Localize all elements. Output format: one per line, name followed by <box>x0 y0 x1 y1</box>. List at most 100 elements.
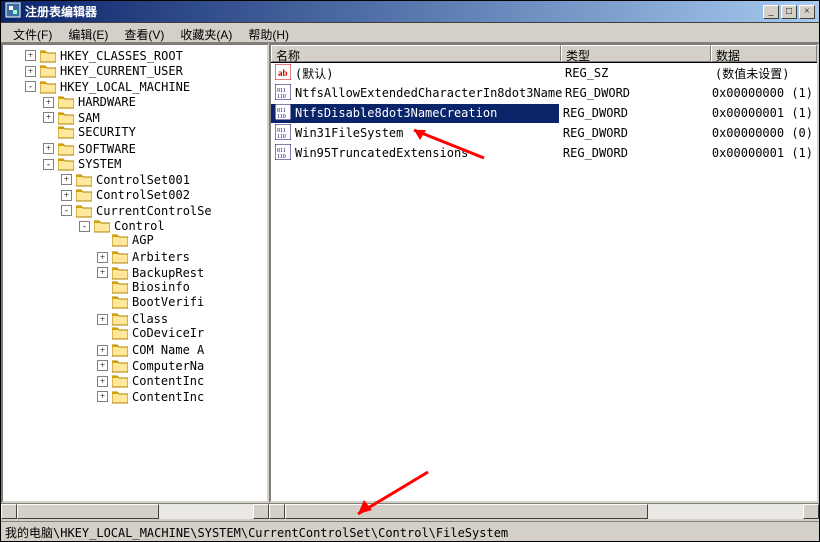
menu-view[interactable]: 查看(V) <box>116 25 172 40</box>
value-row[interactable]: 011110NtfsAllowExtendedCharacterIn8dot3N… <box>271 83 817 103</box>
close-button[interactable]: × <box>799 5 815 19</box>
status-path: 我的电脑\HKEY_LOCAL_MACHINE\SYSTEM\CurrentCo… <box>5 526 508 540</box>
tree-node[interactable]: + ContentInc <box>7 373 267 389</box>
tree-label: Biosinfo <box>132 280 190 294</box>
scroll-thumb[interactable] <box>285 504 648 519</box>
tree-node[interactable]: Biosinfo <box>7 280 267 296</box>
tree-node[interactable]: - CurrentControlSe <box>7 202 267 218</box>
expander-icon[interactable]: + <box>25 66 36 77</box>
value-name: (默认) <box>295 65 333 82</box>
tree-node[interactable]: + SOFTWARE <box>7 140 267 156</box>
app-icon <box>5 2 21 21</box>
tree-node[interactable]: +HKEY_CURRENT_USER <box>7 63 267 79</box>
expander-icon[interactable]: + <box>97 314 108 325</box>
tree-node[interactable]: - Control <box>7 218 267 234</box>
scroll-left-button[interactable] <box>1 504 17 519</box>
tree-label: HARDWARE <box>78 95 136 109</box>
tree-node[interactable]: SECURITY <box>7 125 267 141</box>
expander-icon[interactable]: + <box>97 345 108 356</box>
tree-node[interactable]: + BackupRest <box>7 264 267 280</box>
tree-label: SYSTEM <box>78 157 121 171</box>
expander-icon[interactable]: + <box>61 190 72 201</box>
value-name: Win31FileSystem <box>295 126 403 140</box>
scroll-thumb[interactable] <box>17 504 159 519</box>
tree-label: CurrentControlSe <box>96 204 212 218</box>
tree-node[interactable]: +SAM <box>7 109 267 125</box>
value-row[interactable]: 011110NtfsDisable8dot3NameCreation REG_DW… <box>271 103 817 123</box>
expander-icon[interactable]: + <box>97 267 108 278</box>
tree-pane[interactable]: + HKEY_CLASSES_ROOT+HKEY_CURRENT_USER-HKE… <box>1 43 269 503</box>
expander-icon[interactable]: + <box>43 97 54 108</box>
expander-icon[interactable]: + <box>25 50 36 61</box>
minimize-button[interactable]: _ <box>763 5 779 19</box>
scroll-right-button[interactable] <box>803 504 819 519</box>
tree-node[interactable]: +ControlSet002 <box>7 187 267 203</box>
list-scrollbar-h[interactable] <box>269 503 819 519</box>
scroll-right-button[interactable] <box>253 504 269 519</box>
binary-value-icon: 011110 <box>275 124 295 143</box>
registry-editor-window: 注册表编辑器 _ □ × 文件(F) 编辑(E) 查看(V) 收藏夹(A) 帮助… <box>0 0 820 542</box>
menu-file[interactable]: 文件(F) <box>5 25 60 40</box>
expander-icon[interactable]: + <box>97 360 108 371</box>
tree-node[interactable]: BootVerifi <box>7 295 267 311</box>
scroll-left-button[interactable] <box>269 504 285 519</box>
tree-label: Control <box>114 219 165 233</box>
value-type: REG_DWORD <box>559 106 708 120</box>
value-name: Win95TruncatedExtensions <box>295 146 468 160</box>
expander-icon[interactable]: + <box>97 376 108 387</box>
tree-node[interactable]: +ComputerNa <box>7 357 267 373</box>
tree-label: BackupRest <box>132 266 204 280</box>
svg-text:110: 110 <box>277 114 286 120</box>
tree-node[interactable]: AGP <box>7 233 267 249</box>
tree-label: SOFTWARE <box>78 142 136 156</box>
list-pane: 名称 类型 数据 ab (默认) REG_SZ(数值未设置)011110NtfsAl… <box>269 43 819 503</box>
binary-value-icon: 011110 <box>275 104 295 123</box>
tree-node[interactable]: +Class <box>7 311 267 327</box>
tree-node[interactable]: +COM Name A <box>7 342 267 358</box>
tree-node[interactable]: + ControlSet001 <box>7 171 267 187</box>
tree-label: ContentInc <box>132 374 204 388</box>
expander-icon[interactable]: - <box>43 159 54 170</box>
expander-icon[interactable]: - <box>61 205 72 216</box>
menu-favorites[interactable]: 收藏夹(A) <box>172 25 240 40</box>
value-type: REG_SZ <box>561 66 711 80</box>
tree-node[interactable]: + HKEY_CLASSES_ROOT <box>7 47 267 63</box>
tree-label: ControlSet001 <box>96 173 190 187</box>
column-data[interactable]: 数据 <box>711 45 817 62</box>
tree-label: HKEY_CLASSES_ROOT <box>60 49 183 63</box>
tree-node[interactable]: - SYSTEM <box>7 156 267 172</box>
expander-icon[interactable]: - <box>25 81 36 92</box>
value-row[interactable]: 011110Win95TruncatedExtensionsREG_DWORD0… <box>271 143 817 163</box>
value-row[interactable]: ab (默认) REG_SZ(数值未设置) <box>271 63 817 83</box>
tree-label: SECURITY <box>78 125 136 139</box>
tree-node[interactable]: -HKEY_LOCAL_MACHINE <box>7 78 267 94</box>
maximize-button[interactable]: □ <box>781 5 797 19</box>
value-name: NtfsDisable8dot3NameCreation <box>295 106 497 120</box>
tree-node[interactable]: CoDeviceIr <box>7 326 267 342</box>
tree-label: ContentInc <box>132 390 204 404</box>
tree-label: Arbiters <box>132 250 190 264</box>
statusbar: 我的电脑\HKEY_LOCAL_MACHINE\SYSTEM\CurrentCo… <box>1 521 819 541</box>
list-body[interactable]: ab (默认) REG_SZ(数值未设置)011110NtfsAllowExtend… <box>271 63 817 501</box>
value-type: REG_DWORD <box>561 86 708 100</box>
expander-icon[interactable]: + <box>97 391 108 402</box>
menu-edit[interactable]: 编辑(E) <box>60 25 116 40</box>
string-value-icon: ab <box>275 64 295 83</box>
column-type[interactable]: 类型 <box>561 45 711 62</box>
tree-scrollbar-h[interactable] <box>1 503 269 519</box>
titlebar[interactable]: 注册表编辑器 _ □ × <box>1 1 819 23</box>
expander-icon[interactable]: + <box>61 174 72 185</box>
menu-help[interactable]: 帮助(H) <box>240 25 297 40</box>
value-data: (数值未设置) <box>711 65 817 82</box>
expander-icon[interactable]: + <box>43 143 54 154</box>
tree-node[interactable]: + HARDWARE <box>7 94 267 110</box>
expander-icon[interactable]: + <box>97 252 108 263</box>
tree-label: CoDeviceIr <box>132 326 204 340</box>
column-name[interactable]: 名称 <box>271 45 561 62</box>
value-row[interactable]: 011110Win31FileSystemREG_DWORD0x00000000… <box>271 123 817 143</box>
tree-node[interactable]: + ContentInc <box>7 388 267 404</box>
expander-icon[interactable]: - <box>79 221 90 232</box>
svg-text:ab: ab <box>278 68 288 78</box>
expander-icon[interactable]: + <box>43 112 54 123</box>
tree-node[interactable]: + Arbiters <box>7 249 267 265</box>
